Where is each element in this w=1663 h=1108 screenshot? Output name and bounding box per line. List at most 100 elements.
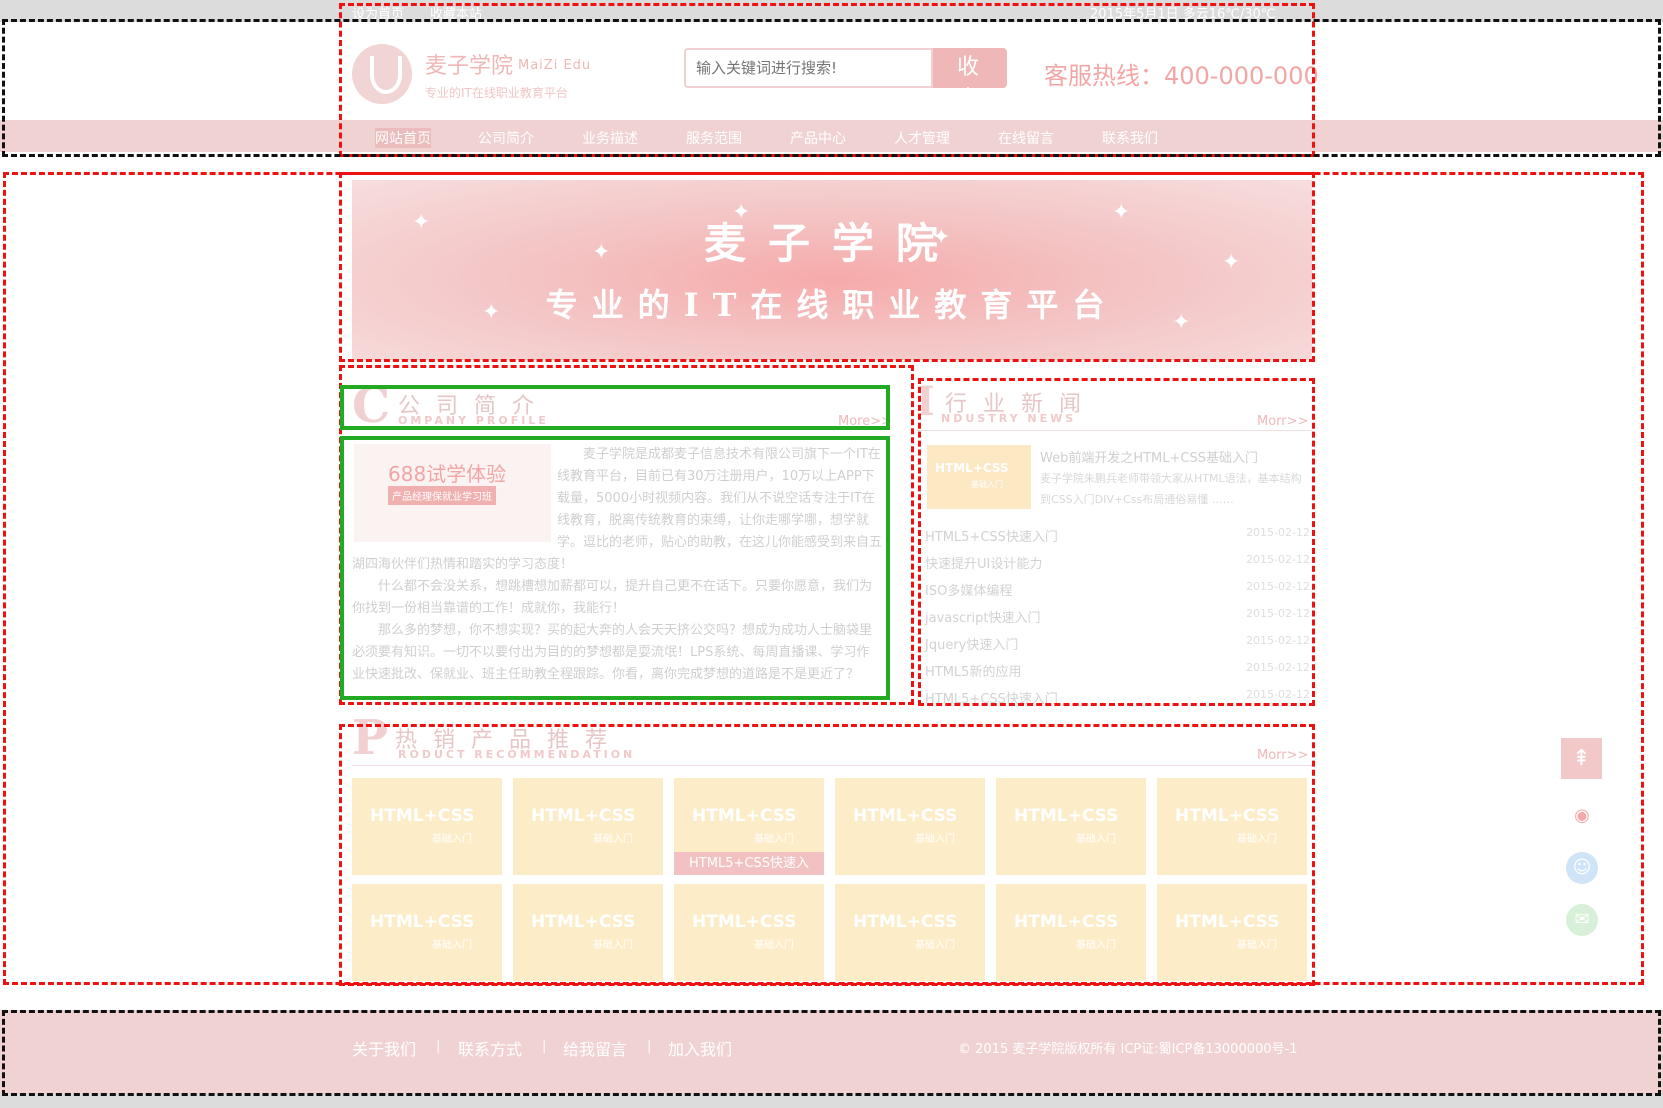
product-title: HTML+CSS [531,806,636,826]
product-subtitle: 基础入门 [593,940,633,951]
footer-link[interactable]: 加入我们 [668,1036,732,1060]
product-card[interactable]: HTML+CSS 基础入门 [674,884,824,981]
search-button[interactable]: 收 索 [933,48,1007,112]
product-card[interactable]: HTML+CSS 基础入门 [513,884,663,981]
intro-paragraph: 什么都不会没关系，想跳槽想加薪都可以，提升自己更不在话下。只要你愿意，我们为你找… [352,579,873,616]
product-title: HTML+CSS [1014,912,1119,932]
product-title: HTML+CSS [1014,806,1119,826]
sparkle-icon: ✦ [1222,250,1241,275]
footer-link[interactable]: 给我留言 [563,1036,627,1060]
news-item[interactable]: ISO多媒体编程 2015-02-12 [925,580,1310,607]
footer-link[interactable]: 联系方式 [458,1036,522,1060]
nav-item[interactable]: 联系我们 [1102,128,1158,148]
sparkle-icon: ✦ [592,240,611,265]
news-item-date: 2015-02-12 [1246,634,1310,647]
promo-subtitle: 产品经理保就业学习班 [388,486,496,505]
sparkle-icon: ✦ [412,210,431,235]
product-hover-caption[interactable]: HTML5+CSS快速入 [674,852,824,875]
intro-paragraph: 那么多的梦想，你不想实现？买的起大奔的人会天天挤公交吗？想成为成功人士脑袋里必须… [352,623,873,682]
nav-item[interactable]: 网站首页 [375,128,431,148]
brand-name: 麦子学院 [425,54,514,79]
banner: 麦子学院 专业的IT在线职业教育平台 ✦ ✦ ✦ ✦ ✦ ✦ ✦ ✦ [352,180,1312,360]
product-card[interactable]: HTML+CSS 基础入门 [1157,884,1307,981]
news-thumbnail[interactable]: HTML+CSS 基础入门 [927,445,1031,509]
news-item-title[interactable]: Jquery快速入门 [925,638,1018,653]
product-card[interactable]: HTML+CSS 基础入门 [835,884,985,981]
news-item-title[interactable]: HTML5+CSS快速入门 [925,530,1058,545]
product-title: HTML+CSS [370,806,475,826]
product-card[interactable]: HTML+CSS 基础入门 [996,884,1146,981]
set-home-link[interactable]: 设为首页 [352,3,404,22]
news-title-en: NDUSTRY NEWS [941,412,1077,425]
news-more-link[interactable]: Morr>> [1257,414,1308,429]
promo-title: 688试学体验 [388,462,507,486]
product-card[interactable]: HTML+CSS 基础入门 [835,778,985,875]
nav-item[interactable]: 服务范围 [686,128,742,148]
product-subtitle: 基础入门 [1237,940,1277,951]
footer [0,1010,1663,1094]
products-divider [352,765,1312,766]
product-card[interactable]: HTML+CSS 基础入门 [352,778,502,875]
news-item-date: 2015-02-12 [1246,526,1310,539]
nav-item[interactable]: 业务描述 [582,128,638,148]
logo-icon[interactable] [352,44,412,104]
products-more-link[interactable]: Morr>> [1257,748,1308,763]
sparkle-icon: ✦ [932,225,951,250]
product-title: HTML+CSS [853,912,958,932]
search-input[interactable] [684,48,933,88]
featured-news-title[interactable]: Web前端开发之HTML+CSS基础入门 [1040,447,1258,466]
product-card[interactable]: HTML+CSS 基础入门 [996,778,1146,875]
news-item[interactable]: javascript快速入门 2015-02-12 [925,607,1310,634]
product-card[interactable]: HTML+CSS 基础入门 [513,778,663,875]
wechat-icon[interactable]: ✉ [1566,904,1598,936]
news-item[interactable]: HTML5+CSS快速入门 2015-02-12 [925,688,1310,715]
company-divider [352,428,882,429]
banner-title: 麦子学院 [703,219,960,268]
news-item-date: 2015-02-12 [1246,607,1310,620]
news-item-title[interactable]: javascript快速入门 [925,611,1040,626]
news-item-date: 2015-02-12 [1246,661,1310,674]
product-subtitle: 基础入门 [1076,940,1116,951]
nav-item[interactable]: 产品中心 [790,128,846,148]
bookmark-link[interactable]: 收藏本站 [430,3,482,22]
company-letter: C [352,378,391,434]
news-divider [916,430,1312,431]
news-thumbnail-sub: 基础入门 [971,480,1003,489]
news-item-date: 2015-02-12 [1246,580,1310,593]
news-item[interactable]: 快速提升UI设计能力 2015-02-12 [925,553,1310,580]
nav-item[interactable]: 在线留言 [998,128,1054,148]
nav-item[interactable]: 人才管理 [894,128,950,148]
product-title: HTML+CSS [370,912,475,932]
company-title-en: OMPANY PROFILE [398,414,549,427]
product-title: HTML+CSS [692,806,797,826]
footer-separator: | [436,1039,441,1054]
promo-image[interactable]: 688试学体验 产品经理保就业学习班 [354,444,551,542]
copyright: © 2015 麦子学院版权所有 ICP证:蜀ICP备13000000号-1 [958,1042,1298,1057]
product-title: HTML+CSS [1175,806,1280,826]
product-card[interactable]: HTML+CSS 基础入门 HTML5+CSS快速入 [674,778,824,875]
news-item-title[interactable]: HTML5新的应用 [925,665,1021,680]
news-item-title[interactable]: 快速提升UI设计能力 [925,557,1042,572]
product-card[interactable]: HTML+CSS 基础入门 [352,884,502,981]
footer-link[interactable]: 关于我们 [352,1036,416,1060]
nav-item[interactable]: 公司简介 [478,128,534,148]
company-more-link[interactable]: More>> [838,414,892,429]
products-letter: P [352,710,389,766]
product-subtitle: 基础入门 [593,834,633,845]
news-item[interactable]: Jquery快速入门 2015-02-12 [925,634,1310,661]
news-item[interactable]: HTML5新的应用 2015-02-12 [925,661,1310,688]
product-title: HTML+CSS [1175,912,1280,932]
news-item-title[interactable]: HTML5+CSS快速入门 [925,692,1058,707]
qq-icon[interactable]: ☺ [1566,852,1598,884]
news-item[interactable]: HTML5+CSS快速入门 2015-02-12 [925,526,1310,553]
product-subtitle: 基础入门 [1237,834,1277,845]
product-subtitle: 基础入门 [432,834,472,845]
back-to-top-icon[interactable]: ⇞ [1561,738,1602,779]
footer-separator: | [647,1039,652,1054]
product-card[interactable]: HTML+CSS 基础入门 [1157,778,1307,875]
date-weather: 2015年5月1日 多云16℃/30℃ [1090,7,1276,22]
sparkle-icon: ✦ [482,300,501,325]
product-subtitle: 基础入门 [754,834,794,845]
weibo-icon[interactable]: ◉ [1566,800,1598,832]
news-item-title[interactable]: ISO多媒体编程 [925,584,1012,599]
